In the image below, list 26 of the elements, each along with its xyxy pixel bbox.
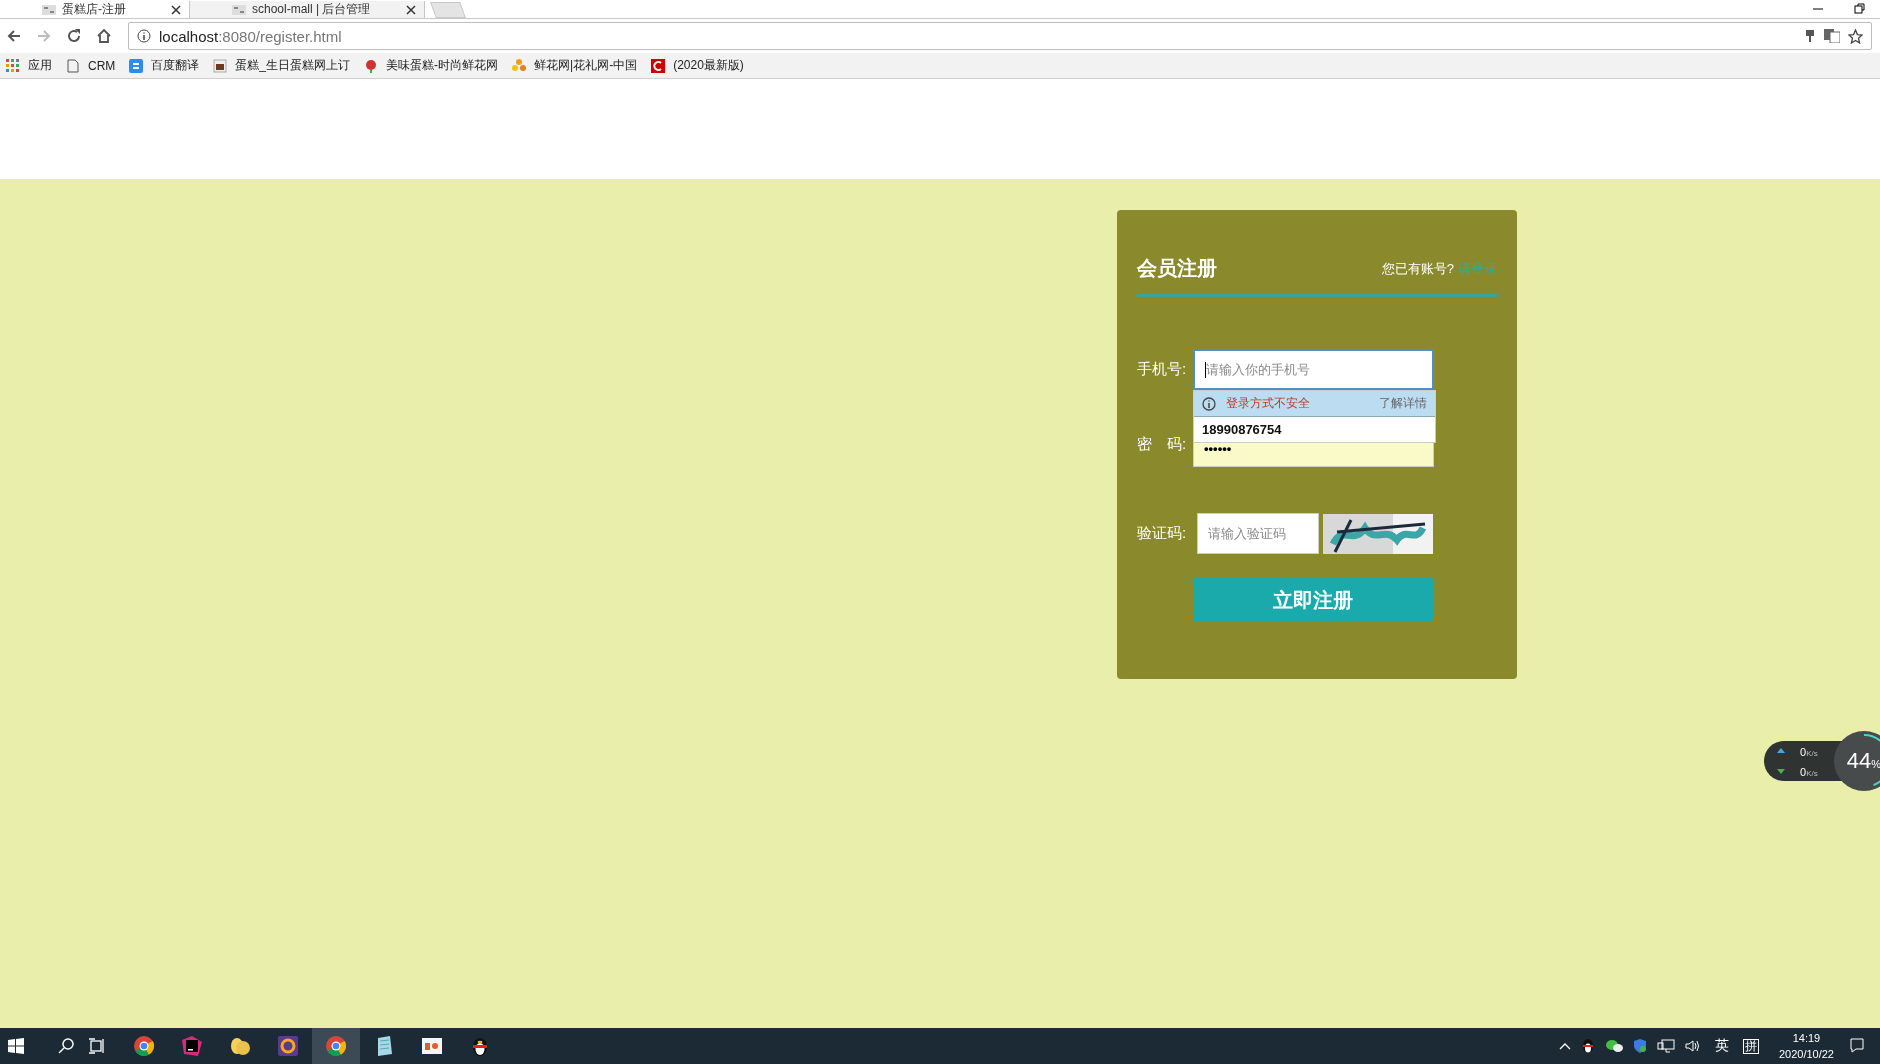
bookmark[interactable]: CRM [66, 58, 116, 73]
clock-date[interactable]: 2020/10/22 [1778, 1046, 1834, 1062]
bookmark[interactable]: 鲜花网|花礼网-中国 [512, 57, 638, 74]
bookmark[interactable]: 蛋糕_生日蛋糕网上订 [213, 57, 350, 74]
input-field[interactable]: 请输入验证码 [1197, 513, 1319, 554]
upload-speed: 0K/s [1800, 745, 1818, 760]
download-speed: 0K/s [1800, 765, 1818, 780]
clock-time[interactable]: 14:19 [1792, 1030, 1821, 1046]
usage-percent: 44% [1846, 748, 1880, 774]
input-mode[interactable]: 拼 [1742, 1038, 1759, 1054]
bookmark[interactable]: (2020最新版) [651, 57, 744, 74]
url-text: localhost:8080/register.html [159, 27, 342, 45]
field-label: 手机号: [1137, 360, 1188, 379]
warning-text: 登录方式不安全 [1226, 395, 1310, 412]
address-bar[interactable]: localhost:8080/register.html [128, 22, 1872, 50]
form-title: 会员注册 [1137, 256, 1217, 281]
field-label: 密 码: [1137, 434, 1188, 454]
field-label: 验证码: [1137, 524, 1188, 543]
login-prompt: 您已有账号? [1381, 259, 1454, 278]
bookmark[interactable]: 美味蛋糕-时尚鲜花网 [364, 57, 498, 74]
browser-tab[interactable]: school-mall | 后台管理 [190, 1, 426, 18]
bookmark[interactable]: 应用 [6, 57, 52, 74]
bookmark[interactable]: 百度翻译 [129, 57, 200, 74]
input-language[interactable]: 英 [1714, 1037, 1729, 1055]
input-field[interactable]: 请输入你的手机号 [1193, 349, 1434, 390]
details-link[interactable]: 了解详情 [1379, 395, 1427, 412]
